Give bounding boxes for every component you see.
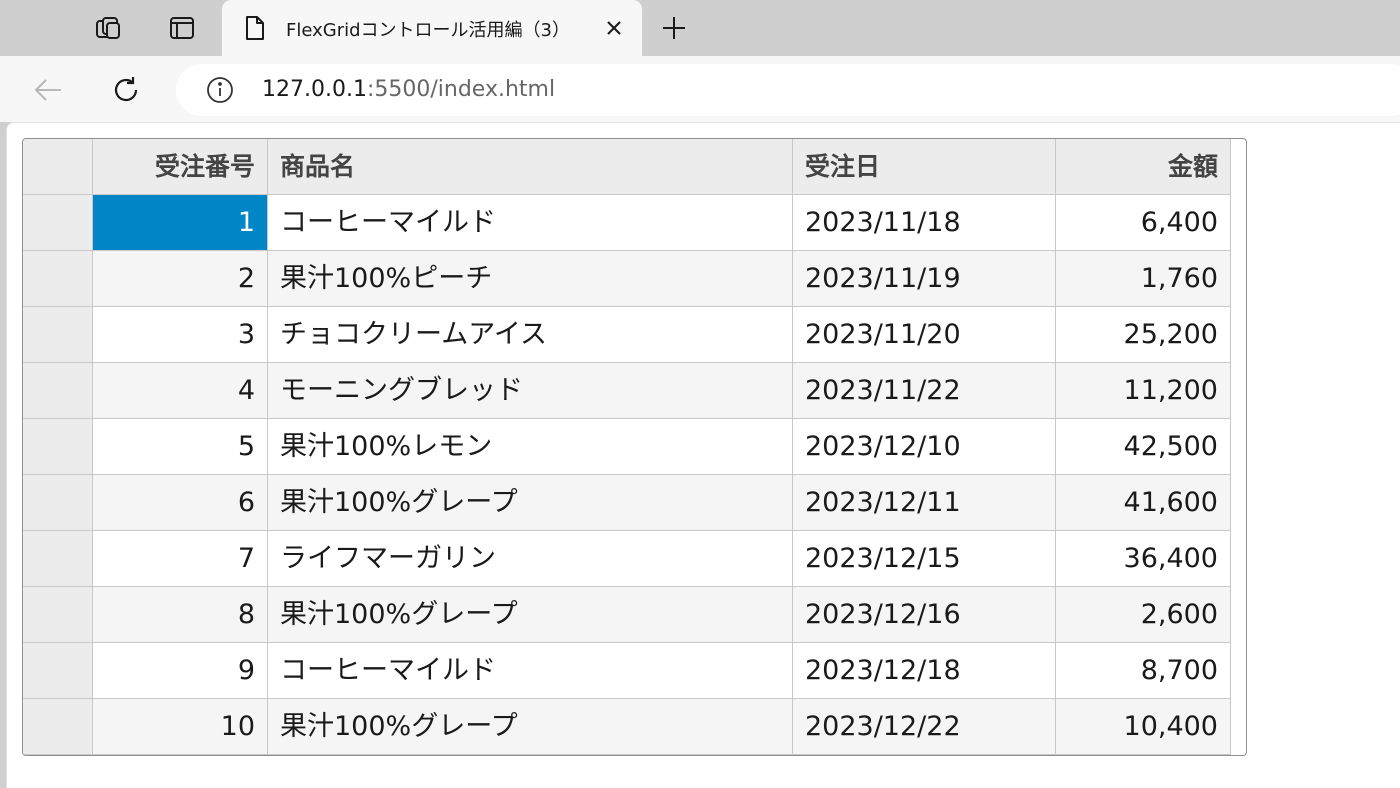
row-header[interactable] — [23, 195, 93, 251]
row-header[interactable] — [23, 363, 93, 419]
tab-title: FlexGridコントロール活用編（3） — [286, 20, 570, 41]
order-number-cell[interactable]: 6 — [93, 475, 268, 531]
order-date-cell[interactable]: 2023/12/10 — [793, 419, 1056, 475]
table-row[interactable]: 5 果汁100%レモン 2023/12/10 42,500 — [23, 419, 1246, 475]
order-number-cell[interactable]: 1 — [93, 195, 268, 251]
amount-cell[interactable]: 42,500 — [1056, 419, 1231, 475]
tab-strip: FlexGridコントロール活用編（3） — [0, 0, 1400, 56]
table-row[interactable]: 10 果汁100%グレープ 2023/12/22 10,400 — [23, 699, 1246, 755]
row-header[interactable] — [23, 475, 93, 531]
order-number-cell[interactable]: 7 — [93, 531, 268, 587]
column-header-order-number[interactable]: 受注番号 — [93, 139, 268, 195]
amount-cell[interactable]: 25,200 — [1056, 307, 1231, 363]
amount-cell[interactable]: 8,700 — [1056, 643, 1231, 699]
amount-cell[interactable]: 11,200 — [1056, 363, 1231, 419]
order-date-cell[interactable]: 2023/11/18 — [793, 195, 1056, 251]
order-number-cell[interactable]: 4 — [93, 363, 268, 419]
row-header[interactable] — [23, 699, 93, 755]
product-name-cell[interactable]: 果汁100%グレープ — [268, 587, 793, 643]
amount-cell[interactable]: 1,760 — [1056, 251, 1231, 307]
product-name-cell[interactable]: コーヒーマイルド — [268, 643, 793, 699]
order-number-cell[interactable]: 5 — [93, 419, 268, 475]
table-row[interactable]: 3 チョコクリームアイス 2023/11/20 25,200 — [23, 307, 1246, 363]
column-header-amount[interactable]: 金額 — [1056, 139, 1231, 195]
order-date-cell[interactable]: 2023/11/20 — [793, 307, 1056, 363]
column-header-order-date[interactable]: 受注日 — [793, 139, 1056, 195]
active-tab[interactable]: FlexGridコントロール活用編（3） — [222, 0, 642, 56]
table-row[interactable]: 8 果汁100%グレープ 2023/12/16 2,600 — [23, 587, 1246, 643]
row-header[interactable] — [23, 587, 93, 643]
row-header[interactable] — [23, 419, 93, 475]
order-number-cell[interactable]: 8 — [93, 587, 268, 643]
flexgrid[interactable]: 受注番号 商品名 受注日 金額 1 コーヒーマイルド 2023/11/18 6,… — [22, 138, 1247, 756]
url-path: :5500/index.html — [366, 77, 556, 102]
row-header[interactable] — [23, 307, 93, 363]
row-header[interactable] — [23, 531, 93, 587]
workspaces-icon[interactable] — [90, 10, 126, 46]
table-row[interactable]: 7 ライフマーガリン 2023/12/15 36,400 — [23, 531, 1246, 587]
close-tab-icon[interactable] — [602, 16, 626, 40]
refresh-icon[interactable] — [106, 70, 146, 110]
order-date-cell[interactable]: 2023/11/22 — [793, 363, 1056, 419]
product-name-cell[interactable]: 果汁100%ピーチ — [268, 251, 793, 307]
product-name-cell[interactable]: 果汁100%グレープ — [268, 699, 793, 755]
order-date-cell[interactable]: 2023/12/18 — [793, 643, 1056, 699]
order-date-cell[interactable]: 2023/12/16 — [793, 587, 1056, 643]
amount-cell[interactable]: 41,600 — [1056, 475, 1231, 531]
table-row[interactable]: 6 果汁100%グレープ 2023/12/11 41,600 — [23, 475, 1246, 531]
product-name-cell[interactable]: チョコクリームアイス — [268, 307, 793, 363]
product-name-cell[interactable]: モーニングブレッド — [268, 363, 793, 419]
amount-cell[interactable]: 6,400 — [1056, 195, 1231, 251]
order-number-cell[interactable]: 3 — [93, 307, 268, 363]
url-text[interactable]: 127.0.0.1:5500/index.html — [262, 77, 555, 102]
order-date-cell[interactable]: 2023/12/11 — [793, 475, 1056, 531]
back-arrow-icon[interactable] — [28, 70, 68, 110]
order-number-cell[interactable]: 9 — [93, 643, 268, 699]
tab-actions-icon[interactable] — [164, 10, 200, 46]
table-row[interactable]: 4 モーニングブレッド 2023/11/22 11,200 — [23, 363, 1246, 419]
table-row[interactable]: 9 コーヒーマイルド 2023/12/18 8,700 — [23, 643, 1246, 699]
table-row[interactable]: 2 果汁100%ピーチ 2023/11/19 1,760 — [23, 251, 1246, 307]
product-name-cell[interactable]: 果汁100%レモン — [268, 419, 793, 475]
order-number-cell[interactable]: 10 — [93, 699, 268, 755]
url-host: 127.0.0.1 — [262, 77, 367, 102]
order-date-cell[interactable]: 2023/12/22 — [793, 699, 1056, 755]
product-name-cell[interactable]: ライフマーガリン — [268, 531, 793, 587]
browser-toolbar: 127.0.0.1:5500/index.html — [0, 56, 1400, 122]
row-header[interactable] — [23, 643, 93, 699]
table-row[interactable]: 1 コーヒーマイルド 2023/11/18 6,400 — [23, 195, 1246, 251]
info-icon[interactable] — [206, 76, 234, 104]
amount-cell[interactable]: 2,600 — [1056, 587, 1231, 643]
grid-header-row: 受注番号 商品名 受注日 金額 — [23, 139, 1246, 195]
page-content: 受注番号 商品名 受注日 金額 1 コーヒーマイルド 2023/11/18 6,… — [6, 122, 1400, 788]
order-date-cell[interactable]: 2023/11/19 — [793, 251, 1056, 307]
product-name-cell[interactable]: 果汁100%グレープ — [268, 475, 793, 531]
product-name-cell[interactable]: コーヒーマイルド — [268, 195, 793, 251]
address-bar[interactable]: 127.0.0.1:5500/index.html — [176, 64, 1400, 116]
order-date-cell[interactable]: 2023/12/15 — [793, 531, 1056, 587]
document-icon — [246, 16, 264, 40]
amount-cell[interactable]: 10,400 — [1056, 699, 1231, 755]
row-header[interactable] — [23, 251, 93, 307]
column-header-product-name[interactable]: 商品名 — [268, 139, 793, 195]
amount-cell[interactable]: 36,400 — [1056, 531, 1231, 587]
order-number-cell[interactable]: 2 — [93, 251, 268, 307]
new-tab-icon[interactable] — [656, 10, 692, 46]
grid-top-left-cell[interactable] — [23, 139, 93, 195]
